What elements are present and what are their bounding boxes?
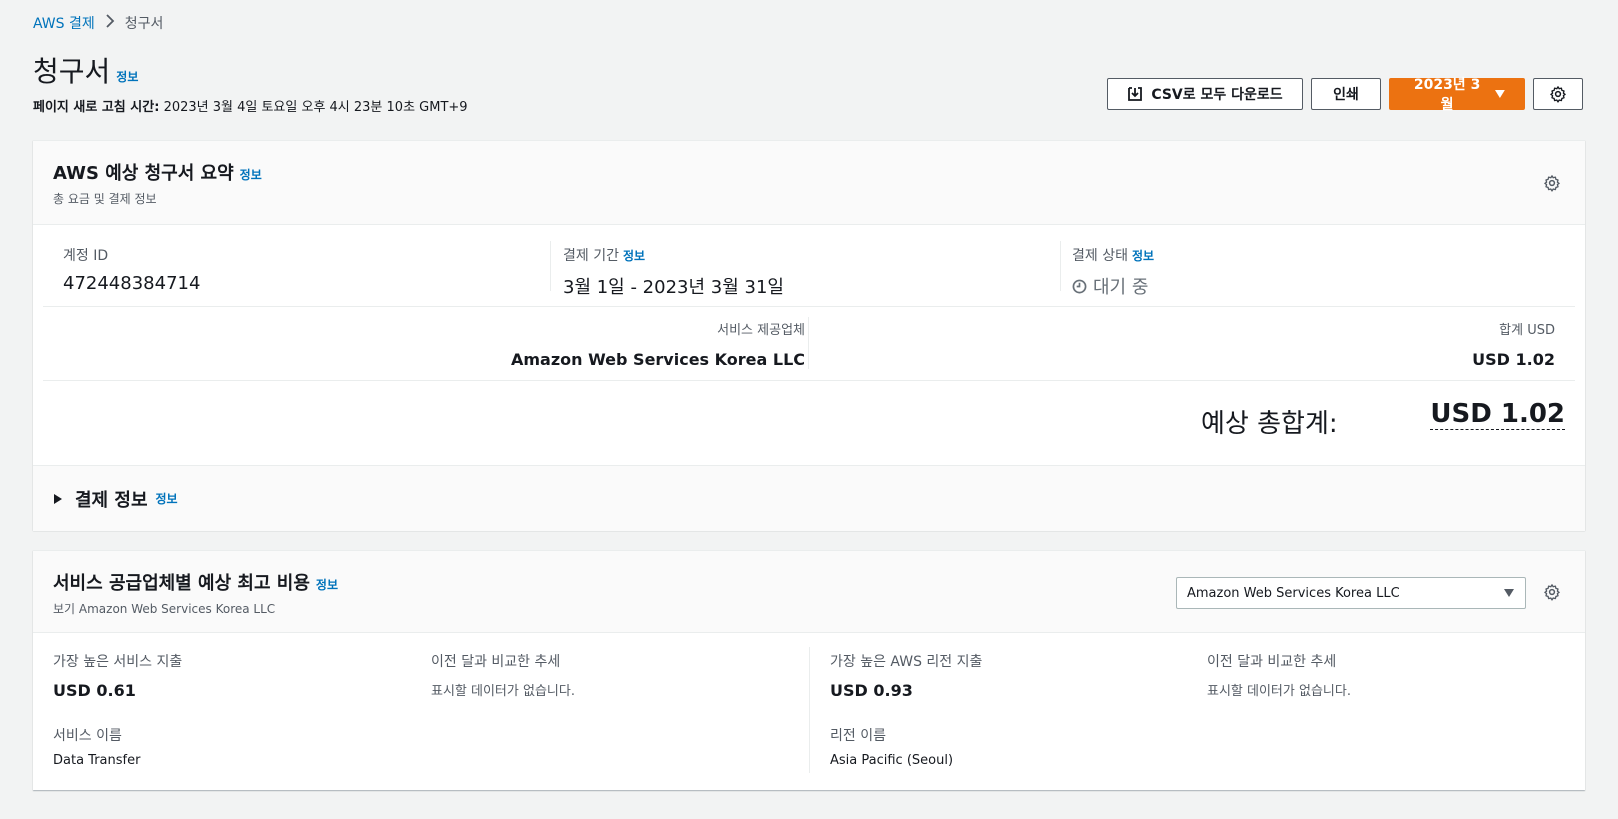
- top-costs-settings-button[interactable]: [1543, 583, 1561, 605]
- trend1-cell: 이전 달과 비교한 추세 표시할 데이터가 없습니다.: [431, 651, 575, 699]
- period-info-link[interactable]: 정보: [623, 249, 645, 263]
- download-icon: [1128, 87, 1143, 101]
- print-button[interactable]: 인쇄: [1311, 78, 1381, 110]
- summary-settings-button[interactable]: [1543, 174, 1561, 196]
- trend2-label: 이전 달과 비교한 추세: [1207, 654, 1337, 670]
- page-title: 청구서: [33, 55, 111, 88]
- payment-info-title: 결제 정보: [75, 489, 148, 511]
- status-label: 결제 상태: [1072, 248, 1128, 264]
- breadcrumb: AWS 결제 청구서: [33, 13, 163, 33]
- grand-total-value: USD 1.02: [1430, 399, 1565, 430]
- header-actions: CSV로 모두 다운로드 인쇄 2023년 3월: [1107, 77, 1583, 113]
- status-cell: 결제 상태 정보 대기 중: [1072, 245, 1154, 299]
- breadcrumb-current: 청구서: [124, 16, 164, 32]
- region-name-value: Asia Pacific (Seoul): [830, 753, 954, 768]
- refresh-time: 페이지 새로 고침 시간: 2023년 3월 4일 토요일 오후 4시 23분 …: [33, 96, 468, 115]
- provider-value: Amazon Web Services Korea LLC: [510, 350, 805, 369]
- summary-details-row: 계정 ID 472448384714 결제 기간 정보 3월 1일 - 2023년…: [43, 225, 1575, 307]
- chevron-right-icon: [105, 14, 115, 32]
- period-label: 결제 기간: [563, 248, 619, 264]
- top-costs-header: 서비스 공급업체별 예상 최고 비용 정보 보기 Amazon Web Serv…: [33, 551, 1585, 633]
- account-cell: 계정 ID 472448384714: [63, 245, 200, 294]
- status-info-link[interactable]: 정보: [1132, 249, 1154, 263]
- page-settings-button[interactable]: [1533, 78, 1583, 110]
- divider: [550, 241, 551, 291]
- total-value: USD 1.02: [1472, 350, 1555, 369]
- gear-icon: [1550, 86, 1566, 103]
- summary-panel: AWS 예상 청구서 요약 정보 총 요금 및 결제 정보 계정 ID 4724…: [33, 140, 1585, 531]
- caret-right-icon: [54, 493, 62, 504]
- divider: [809, 647, 810, 773]
- service-spend-value: USD 0.61: [53, 681, 136, 700]
- service-name-value: Data Transfer: [53, 753, 141, 768]
- refresh-value: 2023년 3월 4일 토요일 오후 4시 23분 10초 GMT+9: [163, 100, 468, 115]
- download-csv-button[interactable]: CSV로 모두 다운로드: [1107, 78, 1303, 110]
- grand-total-row: 예상 총합계: USD 1.02: [33, 381, 1585, 465]
- region-name-label: 리전 이름: [830, 728, 886, 744]
- trend2-value: 표시할 데이터가 없습니다.: [1207, 684, 1351, 699]
- service-name-label: 서비스 이름: [53, 728, 122, 744]
- region-spend-label: 가장 높은 AWS 리전 지출: [830, 654, 983, 670]
- refresh-label: 페이지 새로 고침 시간:: [33, 100, 160, 115]
- service-spend-cell: 가장 높은 서비스 지출 USD 0.61: [53, 651, 182, 700]
- download-csv-label: CSV로 모두 다운로드: [1151, 87, 1283, 103]
- caret-down-icon: [1495, 90, 1506, 98]
- trend1-value: 표시할 데이터가 없습니다.: [431, 684, 575, 699]
- region-spend-cell: 가장 높은 AWS 리전 지출 USD 0.93: [830, 651, 982, 700]
- status-label-row: 결제 상태 정보: [1072, 245, 1154, 265]
- divider: [808, 317, 809, 369]
- month-dropdown-button[interactable]: 2023년 3월: [1389, 77, 1525, 113]
- payment-info-expander[interactable]: 결제 정보 정보: [33, 465, 1585, 531]
- top-costs-info-link[interactable]: 정보: [316, 576, 338, 593]
- status-value-row: 대기 중: [1072, 273, 1154, 299]
- total-cell: 합계 USD USD 1.02: [1472, 319, 1555, 369]
- region-name-cell: 리전 이름 Asia Pacific (Seoul): [830, 725, 953, 768]
- summary-subtitle: 총 요금 및 결제 정보: [53, 192, 157, 206]
- service-spend-label: 가장 높은 서비스 지출: [53, 654, 183, 670]
- page-info-link[interactable]: 정보: [116, 68, 138, 85]
- provider-select-value: Amazon Web Services Korea LLC: [1187, 585, 1400, 601]
- period-cell: 결제 기간 정보 3월 1일 - 2023년 3월 31일: [563, 245, 784, 299]
- service-name-cell: 서비스 이름 Data Transfer: [53, 725, 140, 768]
- caret-down-icon: [1504, 589, 1514, 597]
- clock-icon: [1072, 279, 1087, 293]
- region-spend-value: USD 0.93: [830, 681, 913, 700]
- payment-info-link[interactable]: 정보: [156, 490, 178, 507]
- provider-label: 서비스 제공업체: [717, 323, 805, 338]
- month-label: 2023년 3월: [1413, 77, 1481, 113]
- print-label: 인쇄: [1333, 87, 1359, 103]
- period-value: 3월 1일 - 2023년 3월 31일: [563, 277, 784, 298]
- account-label: 계정 ID: [63, 248, 109, 264]
- summary-info-link[interactable]: 정보: [240, 166, 262, 183]
- summary-title-row: AWS 예상 청구서 요약 정보: [53, 159, 1565, 185]
- divider: [1060, 241, 1061, 291]
- page-header: 청구서 정보: [33, 50, 138, 90]
- trend1-label: 이전 달과 비교한 추세: [431, 654, 561, 670]
- provider-cell: 서비스 제공업체 Amazon Web Services Korea LLC: [511, 319, 805, 369]
- summary-title: AWS 예상 청구서 요약: [53, 163, 234, 184]
- breadcrumb-billing-link[interactable]: AWS 결제: [33, 13, 95, 33]
- gear-icon: [1544, 584, 1560, 601]
- total-label: 합계 USD: [1499, 323, 1555, 338]
- grand-total-label: 예상 총합계:: [1201, 409, 1338, 439]
- top-costs-panel: 서비스 공급업체별 예상 최고 비용 정보 보기 Amazon Web Serv…: [33, 550, 1585, 790]
- gear-icon: [1544, 175, 1560, 192]
- provider-row: 서비스 제공업체 Amazon Web Services Korea LLC 합…: [43, 307, 1575, 381]
- summary-header: AWS 예상 청구서 요약 정보 총 요금 및 결제 정보: [33, 141, 1585, 225]
- top-costs-title: 서비스 공급업체별 예상 최고 비용: [53, 573, 310, 594]
- trend2-cell: 이전 달과 비교한 추세 표시할 데이터가 없습니다.: [1207, 651, 1351, 699]
- account-value: 472448384714: [63, 273, 201, 294]
- provider-select[interactable]: Amazon Web Services Korea LLC: [1176, 577, 1526, 609]
- period-label-row: 결제 기간 정보: [563, 245, 784, 265]
- status-value: 대기 중: [1093, 277, 1149, 298]
